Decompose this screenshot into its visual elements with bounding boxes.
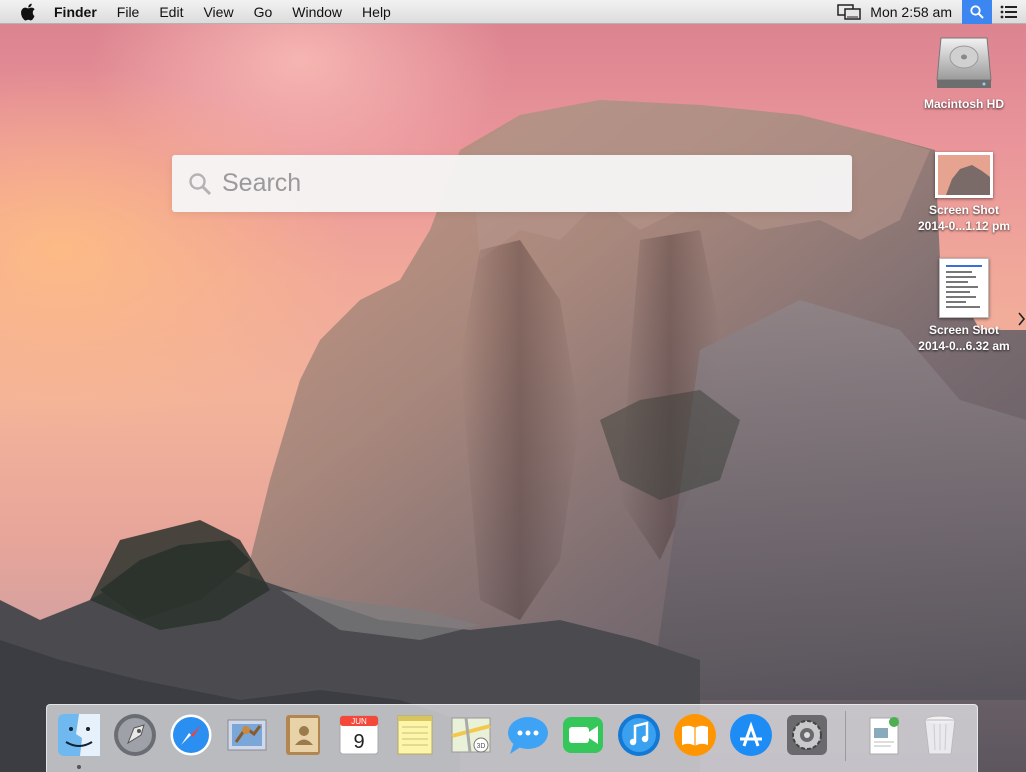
svg-text:3D: 3D <box>477 743 486 750</box>
menu-view[interactable]: View <box>193 0 243 24</box>
desktop-icon-screenshot-2[interactable]: Screen Shot 2014-0...6.32 am <box>904 258 1024 354</box>
dock-safari[interactable] <box>167 711 215 759</box>
app-store-icon <box>730 714 772 756</box>
desktop-icon-label: Macintosh HD <box>923 97 1004 111</box>
trash-icon <box>924 715 956 755</box>
desktop-icon-label: 2014-0...1.12 pm <box>917 219 1011 233</box>
system-preferences-icon <box>787 715 827 755</box>
spotlight-search-input[interactable] <box>222 163 852 204</box>
messages-icon <box>508 717 548 754</box>
dock-notes[interactable] <box>391 711 439 759</box>
running-indicator <box>77 765 81 769</box>
dock-itunes[interactable] <box>615 711 663 759</box>
dock-contacts[interactable] <box>279 711 327 759</box>
desktop-wallpaper <box>0 0 1026 772</box>
dock-mail[interactable] <box>223 711 271 759</box>
desktop-icon-macintosh-hd[interactable]: Macintosh HD <box>904 32 1024 112</box>
desktop-icon-screenshot-1[interactable]: Screen Shot 2014-0...1.12 pm <box>904 152 1024 234</box>
mail-icon <box>227 719 267 751</box>
dock-finder[interactable] <box>55 711 103 769</box>
notification-center-icon[interactable] <box>992 0 1026 24</box>
dock-trash[interactable] <box>916 711 964 759</box>
launchpad-icon <box>114 714 156 756</box>
downloads-stack-icon <box>869 717 899 755</box>
screenshot-thumbnail <box>935 152 993 198</box>
display-mirroring-icon[interactable] <box>834 0 864 24</box>
dock-maps[interactable]: 3D <box>447 711 495 759</box>
menu-clock[interactable]: Mon 2:58 am <box>864 4 962 20</box>
menu-app-finder[interactable]: Finder <box>54 0 107 24</box>
finder-icon <box>58 714 100 756</box>
dock-downloads-stack[interactable] <box>860 711 908 759</box>
spotlight-search-icon[interactable] <box>962 0 992 24</box>
calendar-day: 9 <box>353 731 364 753</box>
desktop-icon-label: Screen Shot <box>928 323 1000 337</box>
dock-separator <box>845 711 846 761</box>
menu-help[interactable]: Help <box>352 0 401 24</box>
menu-edit[interactable]: Edit <box>149 0 193 24</box>
dock-facetime[interactable] <box>559 711 607 759</box>
screenshot-thumbnail <box>939 258 989 318</box>
calendar-icon: JUN 9 <box>339 715 379 755</box>
calendar-month: JUN <box>351 717 367 726</box>
ibooks-icon <box>674 714 716 756</box>
dock-calendar[interactable]: JUN 9 <box>335 711 383 759</box>
menu-file[interactable]: File <box>107 0 150 24</box>
dock-messages[interactable] <box>503 711 551 759</box>
maps-icon: 3D <box>451 717 491 753</box>
dock-launchpad[interactable] <box>111 711 159 759</box>
menu-window[interactable]: Window <box>282 0 352 24</box>
menu-go[interactable]: Go <box>244 0 283 24</box>
dock: JUN 9 3D <box>46 704 978 772</box>
search-icon <box>189 172 212 195</box>
apple-menu-icon[interactable] <box>16 0 40 24</box>
cursor-icon <box>1018 312 1026 326</box>
desktop-icon-label: Screen Shot <box>928 203 1000 217</box>
spotlight-search-bar <box>172 155 852 212</box>
dock-system-preferences[interactable] <box>783 711 831 759</box>
hard-drive-icon <box>935 32 993 92</box>
dock-ibooks[interactable] <box>671 711 719 759</box>
facetime-icon <box>563 717 603 753</box>
dock-app-store[interactable] <box>727 711 775 759</box>
desktop-icon-label: 2014-0...6.32 am <box>918 339 1010 353</box>
itunes-icon <box>618 714 660 756</box>
safari-icon <box>169 713 213 757</box>
notes-icon <box>397 715 433 755</box>
contacts-icon <box>286 715 320 755</box>
menu-bar: Finder File Edit View Go Window Help Mon… <box>0 0 1026 24</box>
